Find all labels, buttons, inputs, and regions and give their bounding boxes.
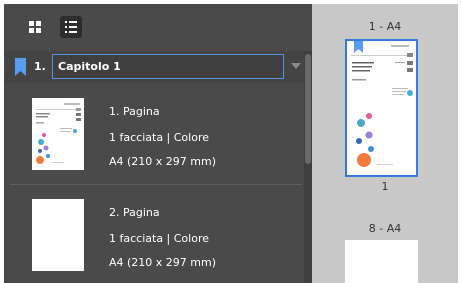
chapter-number: 1.	[34, 60, 46, 73]
page-title: 2. Pagina	[109, 206, 160, 219]
preview-panel: 1 - A4 1 8 - A4	[312, 4, 458, 283]
preview-page-thumbnail[interactable]	[345, 39, 418, 177]
page-thumbnail	[32, 98, 84, 170]
view-toolbar	[4, 4, 312, 50]
page-title: 1. Pagina	[109, 105, 160, 118]
grid-view-button[interactable]	[24, 16, 46, 38]
list-view-button[interactable]	[60, 16, 82, 38]
scroll-thumb[interactable]	[305, 54, 311, 164]
page-list-item[interactable]: 1. Pagina 1 facciata | Colore A4 (210 x …	[4, 84, 304, 184]
scrollbar[interactable]	[304, 51, 312, 283]
chevron-down-icon[interactable]	[291, 63, 301, 70]
preview-label: 8 - A4	[368, 222, 402, 235]
preview-label: 1 - A4	[368, 20, 402, 33]
grid-icon	[29, 21, 41, 33]
page-list-item[interactable]: 2. Pagina 1 facciata | Colore A4 (210 x …	[4, 185, 304, 283]
page-size: A4 (210 x 297 mm)	[109, 256, 217, 269]
page-size: A4 (210 x 297 mm)	[109, 155, 217, 168]
page-info: 1 facciata | Colore	[109, 232, 209, 245]
bookmark-icon	[354, 41, 363, 53]
preview-page-thumbnail[interactable]	[345, 240, 418, 283]
list-icon	[65, 21, 77, 33]
chapter-row[interactable]: 1.	[4, 51, 304, 83]
page-thumbnail	[32, 199, 84, 271]
page-list-panel: 1. Capitolo 1 1. Pagina 1 facciata | Col…	[4, 4, 312, 283]
page-info: 1 facciata | Colore	[109, 131, 209, 144]
preview-page-number: 1	[381, 180, 389, 193]
bookmark-icon	[15, 58, 26, 76]
chapter-name-input[interactable]	[52, 54, 284, 79]
